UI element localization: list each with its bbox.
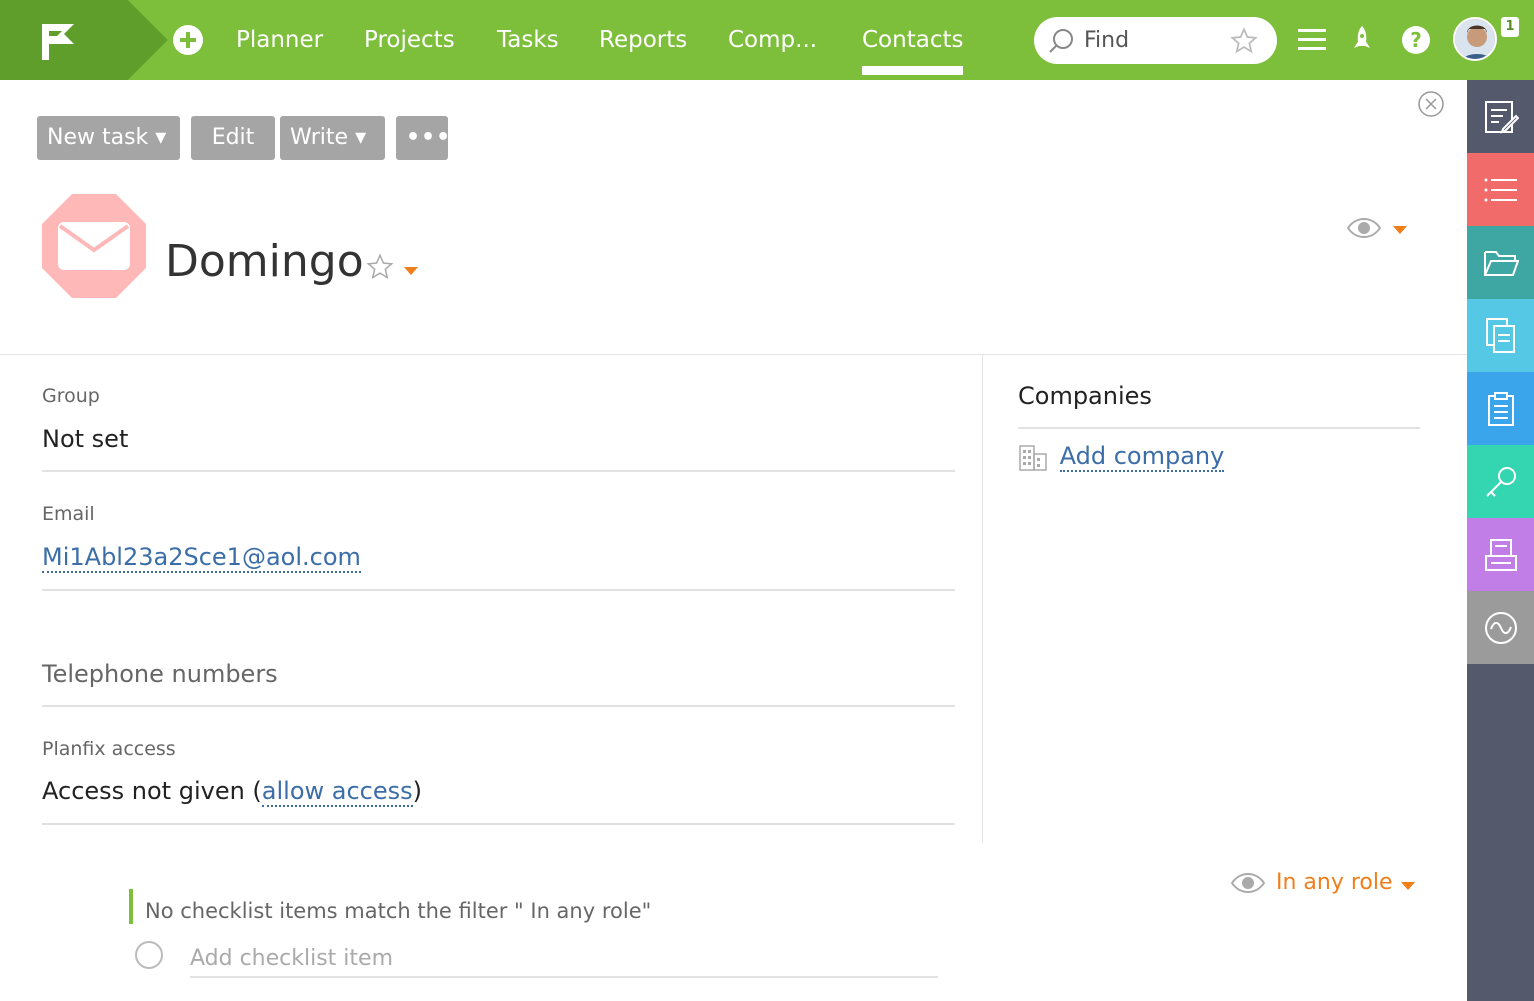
visibility-eye-icon [1230,873,1266,893]
email-label: Email [42,503,95,525]
rail-list[interactable] [1467,153,1534,226]
companies-title: Companies [1018,382,1152,410]
rail-key[interactable] [1467,445,1534,518]
planfix-access-label: Planfix access [42,738,176,760]
search-input[interactable] [1084,25,1224,55]
rail-edit-note[interactable] [1467,80,1534,153]
email-link[interactable]: Mi1Abl23a2Sce1@aol.com [42,543,361,573]
header-divider [0,354,1467,355]
role-filter[interactable]: In any role [1230,870,1393,895]
allow-access-link[interactable]: allow access [261,777,413,807]
rail-wave[interactable] [1467,591,1534,664]
new-task-button[interactable]: New task ▾ [37,116,180,160]
rail-clipboard[interactable] [1467,372,1534,445]
role-filter-label: In any role [1276,870,1393,895]
svg-text:?: ? [1410,28,1422,52]
folder-icon [1483,250,1519,276]
planfix-access-value: Access not given (allow access) [42,777,423,807]
telephone-divider [42,705,955,707]
email-divider [42,589,955,591]
group-label: Group [42,385,100,407]
app-window: Planner Projects Tasks Reports Comp... C… [0,0,1534,1001]
rail-printer[interactable] [1467,518,1534,591]
nav-contacts[interactable]: Contacts [862,22,964,75]
edit-note-icon [1484,100,1519,134]
wave-icon [1484,611,1517,644]
notification-badge[interactable]: 1 [1501,17,1519,37]
key-icon [1485,466,1516,497]
favorite-star-icon[interactable] [1230,27,1258,55]
help-icon[interactable]: ? [1400,24,1432,56]
checklist-checkbox[interactable] [135,941,163,969]
contact-menu-caret-icon[interactable] [404,267,418,275]
search-box[interactable] [1034,17,1277,64]
add-checklist-item-input[interactable] [190,940,938,978]
logo-flag-icon [0,0,168,80]
user-avatar[interactable] [1453,17,1497,61]
contact-email-icon [42,194,146,298]
building-icon [1019,445,1047,471]
email-field: Mi1Abl23a2Sce1@aol.com [42,543,361,573]
list-icon [1484,178,1517,201]
column-divider [982,355,983,842]
right-rail [1467,80,1534,1001]
companies-divider [1018,427,1420,429]
app-logo[interactable] [0,0,168,80]
telephone-label[interactable]: Telephone numbers [42,660,278,688]
rocket-icon[interactable] [1350,24,1374,56]
documents-icon [1485,317,1515,353]
contact-name: Domingo [165,236,364,287]
avatar-image [1455,19,1495,59]
menu-icon[interactable] [1298,24,1326,56]
search-icon [1049,29,1073,53]
access-close-paren: ) [412,777,423,805]
checklist-empty-message: No checklist items match the filter " In… [129,889,651,924]
favorite-star-icon[interactable] [366,253,394,281]
nav-projects[interactable]: Projects [364,22,455,58]
group-divider [42,470,955,472]
more-actions-button[interactable]: ••• [396,116,450,160]
nav-tasks[interactable]: Tasks [497,22,559,58]
add-company-link[interactable]: Add company [1059,442,1225,472]
rail-folder[interactable] [1467,226,1534,299]
edit-button[interactable]: Edit [191,116,275,160]
nav-planner[interactable]: Planner [236,22,323,58]
add-new-icon[interactable] [172,24,204,56]
role-filter-caret-icon[interactable] [1401,882,1415,890]
add-company-row[interactable]: Add company [1018,442,1225,472]
write-button[interactable]: Write ▾ [280,116,385,160]
access-status-text: Access not given ( [42,777,262,805]
nav-reports[interactable]: Reports [599,22,687,58]
rail-documents[interactable] [1467,299,1534,372]
printer-icon [1484,538,1517,571]
top-bar: Planner Projects Tasks Reports Comp... C… [0,0,1534,80]
group-value[interactable]: Not set [42,425,128,453]
clipboard-icon [1487,391,1514,426]
access-divider [42,823,955,825]
close-panel-icon[interactable] [1417,90,1445,118]
nav-companies[interactable]: Comp... [728,22,817,58]
visibility-caret-icon[interactable] [1393,226,1407,234]
visibility-eye-icon[interactable] [1346,216,1382,240]
